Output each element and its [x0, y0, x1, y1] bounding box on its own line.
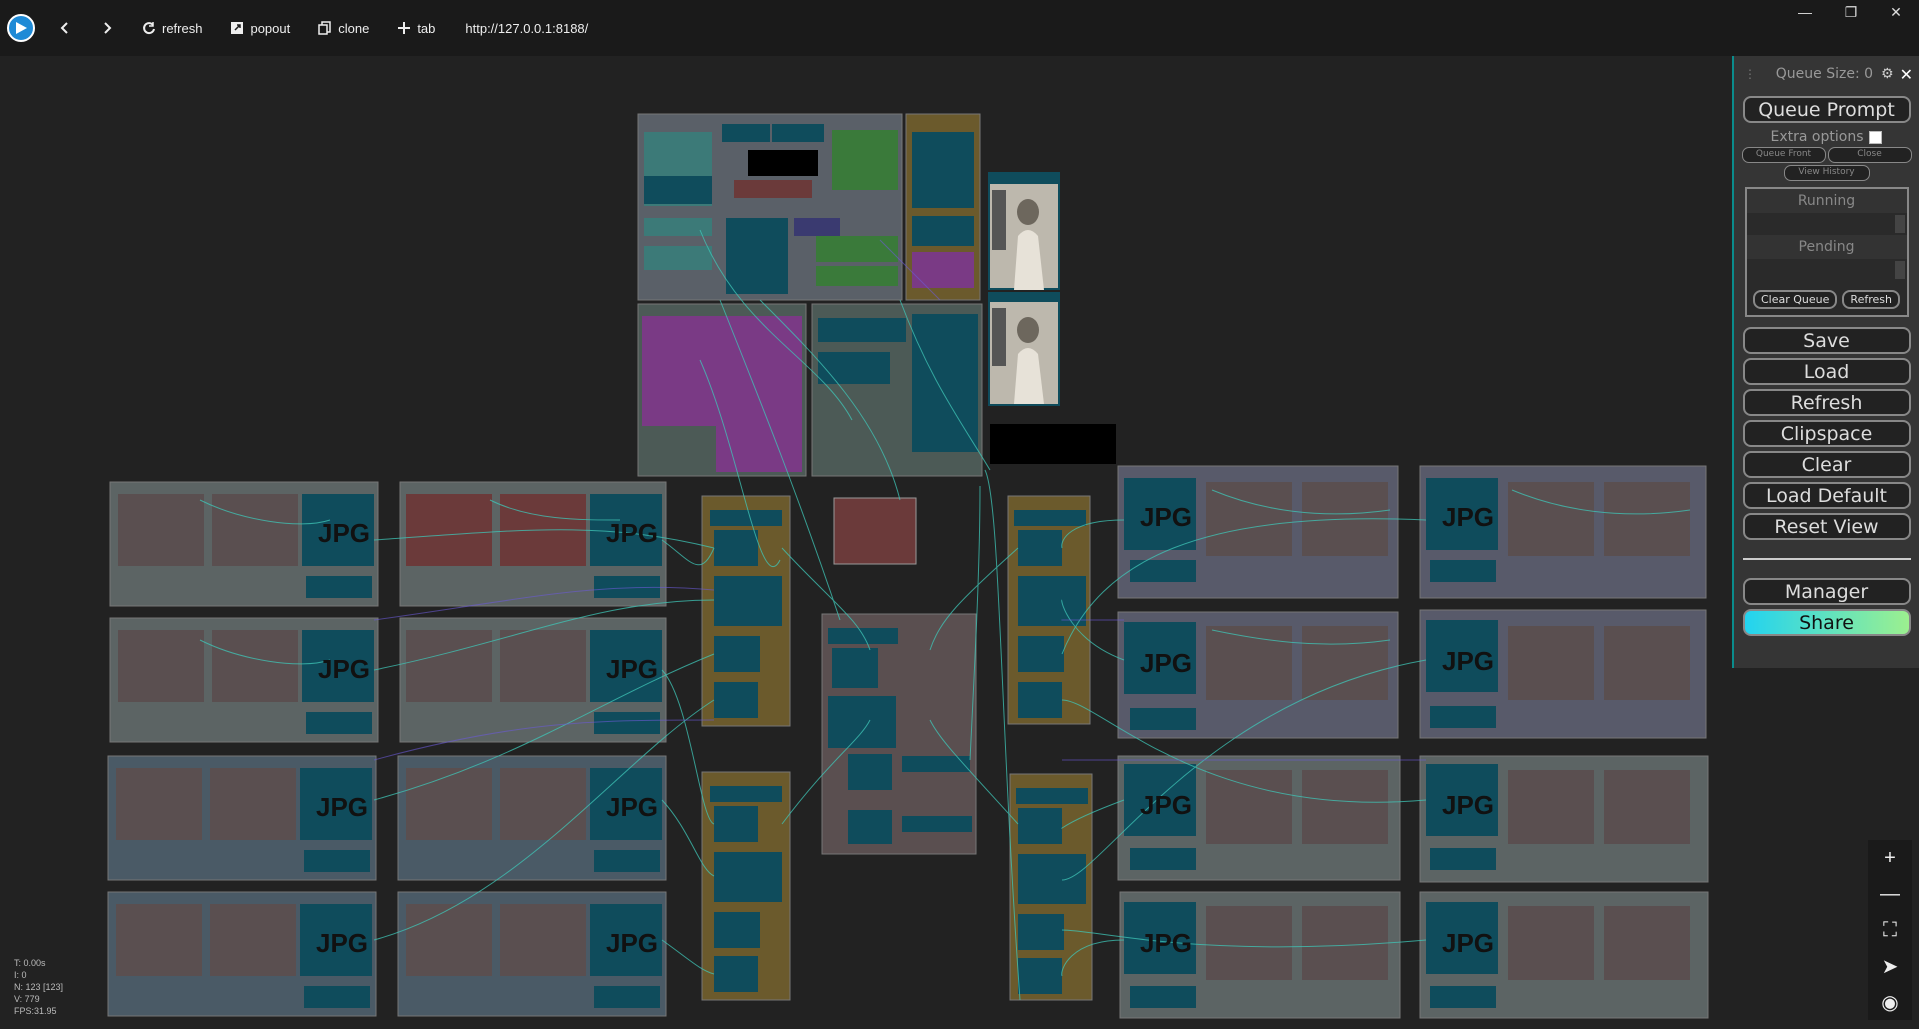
- stat-v: V: 779: [14, 994, 40, 1004]
- image-preview-1[interactable]: [988, 172, 1060, 290]
- url-field[interactable]: http://127.0.0.1:8188/: [465, 21, 588, 36]
- group-save-image-metadata[interactable]: [637, 303, 807, 477]
- jpg-file-icon: JPG: [1442, 502, 1495, 532]
- running-list[interactable]: [1746, 213, 1907, 235]
- extra-options-toggle[interactable]: Extra options: [1734, 129, 1919, 145]
- load-button[interactable]: Load: [1742, 358, 1911, 385]
- forward-button[interactable]: [86, 0, 128, 56]
- eye-icon[interactable]: ◉: [1877, 989, 1903, 1015]
- node-graph[interactable]: [0, 56, 1919, 1029]
- jpg-file-icon: JPG: [1442, 790, 1495, 820]
- jpg-file-icon: JPG: [316, 792, 369, 822]
- jpg-file-icon: JPG: [318, 518, 371, 548]
- view-history-button[interactable]: View History: [1783, 165, 1870, 181]
- reset-view-button[interactable]: Reset View: [1742, 513, 1911, 540]
- jpg-file-icon: JPG: [606, 792, 659, 822]
- stat-fps: FPS:31.95: [14, 1006, 57, 1016]
- browser-toolbar: refresh popout clone tab http://127.0.0.…: [0, 0, 1919, 56]
- jpg-file-icon: JPG: [606, 654, 659, 684]
- jpg-file-icon: JPG: [1140, 502, 1193, 532]
- black-preview-node[interactable]: [990, 424, 1116, 464]
- zoom-in-icon[interactable]: +: [1877, 845, 1903, 871]
- save-button[interactable]: Save: [1742, 327, 1911, 354]
- app-logo-icon: [7, 14, 35, 42]
- clone-label: clone: [338, 20, 370, 36]
- jpg-file-icon: JPG: [1140, 648, 1193, 678]
- canvas-controls: + — ⛶ ➤ ◉: [1868, 840, 1912, 1020]
- tab-label: tab: [417, 20, 436, 36]
- extra-options-checkbox[interactable]: [1869, 130, 1883, 144]
- jpg-file-icon: JPG: [606, 518, 659, 548]
- minimize-icon[interactable]: —: [1782, 0, 1828, 24]
- new-tab-button[interactable]: tab: [383, 0, 449, 56]
- group-image-generation[interactable]: [637, 113, 903, 301]
- share-button[interactable]: Share: [1742, 609, 1911, 636]
- gear-icon[interactable]: ⚙: [1881, 66, 1894, 82]
- pending-list[interactable]: [1746, 259, 1907, 281]
- refresh-button[interactable]: refresh: [128, 0, 216, 56]
- group-center-selector[interactable]: [821, 613, 977, 855]
- close-menu-icon[interactable]: ✕: [1900, 65, 1913, 84]
- manager-button[interactable]: Manager: [1742, 578, 1911, 605]
- red-note-node[interactable]: [833, 497, 917, 565]
- running-label: Running: [1746, 189, 1907, 213]
- chevron-right-icon: [104, 22, 112, 34]
- node-graph-canvas[interactable]: JPG JPG JPG JPG JPG JPG JPG JPG JPG JPG …: [0, 56, 1919, 1029]
- extra-options-label: Extra options: [1770, 129, 1864, 145]
- refresh-icon: [143, 22, 155, 35]
- menu-divider: [1742, 558, 1911, 560]
- scrollbar[interactable]: [1894, 215, 1905, 233]
- restore-icon[interactable]: ❐: [1828, 0, 1874, 24]
- group-image-set-selector-3[interactable]: [1007, 495, 1091, 725]
- load-default-button[interactable]: Load Default: [1742, 482, 1911, 509]
- stat-nodes: N: 123 [123]: [14, 982, 64, 992]
- image-preview-2[interactable]: [988, 292, 1060, 406]
- clone-button[interactable]: clone: [304, 0, 383, 56]
- stat-time: T: 0.00s: [14, 958, 46, 968]
- queue-front-button[interactable]: Queue Front: [1741, 147, 1826, 163]
- scrollbar[interactable]: [1894, 261, 1905, 279]
- refresh-queue-button[interactable]: Refresh: [1842, 290, 1900, 309]
- chevron-left-icon: [60, 22, 68, 34]
- popout-button[interactable]: popout: [216, 0, 304, 56]
- queue-size-label: Queue Size: 0: [1775, 66, 1874, 82]
- clone-icon: [318, 21, 331, 35]
- group-image-set-selector-1[interactable]: [701, 495, 791, 727]
- popout-label: popout: [250, 20, 291, 36]
- refresh-button[interactable]: Refresh: [1742, 389, 1911, 416]
- popout-icon: [231, 22, 244, 34]
- group-face-detailer[interactable]: [905, 113, 981, 301]
- jpg-file-icon: JPG: [318, 654, 371, 684]
- comfy-menu: ⋮ Queue Size: 0 ⚙ ✕ Queue Prompt Extra o…: [1732, 56, 1919, 668]
- jpg-file-icon: JPG: [1442, 928, 1495, 958]
- render-stats: T: 0.00s I: 0 N: 123 [123] V: 779 FPS:31…: [14, 957, 63, 1017]
- group-image-set-selector-4[interactable]: [1009, 773, 1093, 1001]
- jpg-file-icon: JPG: [1140, 790, 1193, 820]
- clear-button[interactable]: Clear: [1742, 451, 1911, 478]
- jpg-file-icon: JPG: [316, 928, 369, 958]
- fit-view-icon[interactable]: ⛶: [1877, 917, 1903, 943]
- zoom-out-icon[interactable]: —: [1877, 881, 1903, 907]
- close-button[interactable]: Close: [1827, 147, 1912, 163]
- back-button[interactable]: [44, 0, 86, 56]
- clear-queue-button[interactable]: Clear Queue: [1753, 290, 1838, 309]
- clipspace-button[interactable]: Clipspace: [1742, 420, 1911, 447]
- close-window-icon[interactable]: ✕: [1873, 0, 1919, 24]
- refresh-label: refresh: [162, 20, 203, 36]
- menu-header: ⋮ Queue Size: 0 ⚙ ✕: [1734, 56, 1919, 92]
- pending-label: Pending: [1746, 235, 1907, 259]
- group-upscale[interactable]: [811, 303, 983, 477]
- stat-i: I: 0: [14, 970, 27, 980]
- jpg-file-icon: JPG: [1442, 646, 1495, 676]
- plus-icon: [398, 22, 411, 34]
- jpg-file-icon: JPG: [606, 928, 659, 958]
- group-image-set-selector-2[interactable]: [701, 771, 791, 1001]
- drag-handle-icon[interactable]: ⋮: [1744, 67, 1756, 81]
- queue-panel: Running Pending Clear Queue Refresh: [1744, 187, 1909, 317]
- send-icon[interactable]: ➤: [1877, 953, 1903, 979]
- queue-prompt-button[interactable]: Queue Prompt: [1742, 96, 1911, 123]
- jpg-file-icon: JPG: [1140, 928, 1193, 958]
